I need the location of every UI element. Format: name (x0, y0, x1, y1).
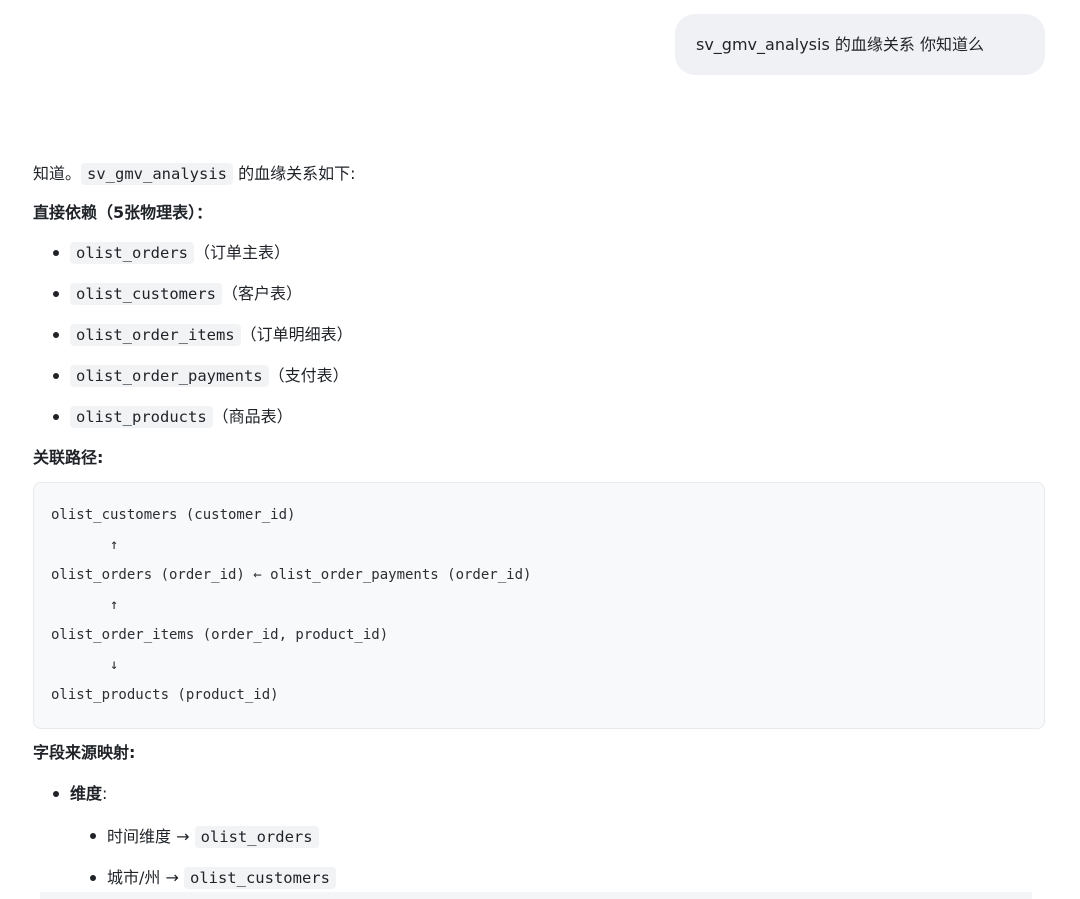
table-name: olist_order_payments (70, 365, 269, 387)
scroll-fade (40, 892, 1032, 899)
table-name: olist_customers (183, 867, 336, 889)
intro-after: 的血缘关系如下: (233, 164, 356, 183)
intro-code: sv_gmv_analysis (81, 163, 233, 185)
bullet (53, 291, 59, 297)
code-line: ↓ (51, 657, 119, 673)
user-message-bubble: sv_gmv_analysis 的血缘关系 你知道么 (675, 14, 1045, 75)
field-mapping-heading: 字段来源映射: (33, 743, 136, 762)
table-name: olist_order_items (70, 324, 241, 346)
bullet (90, 875, 96, 881)
table-desc: （客户表） (221, 284, 302, 303)
table-desc: （订单主表） (193, 243, 290, 262)
intro-line: 知道。 sv_gmv_analysis 的血缘关系如下: (33, 162, 355, 186)
table-name: olist_orders (194, 826, 319, 848)
table-name: olist_products (70, 406, 213, 428)
code-line: olist_orders (order_id) ← olist_order_pa… (51, 567, 532, 583)
table-desc: （订单明细表） (240, 325, 353, 344)
bullet (53, 373, 59, 379)
dimension-label: 维度 (70, 784, 103, 803)
bullet (90, 833, 96, 839)
table-desc: （支付表） (268, 366, 349, 385)
intro-before: 知道。 (33, 164, 82, 183)
user-message-text: sv_gmv_analysis 的血缘关系 你知道么 (696, 35, 984, 54)
code-line: olist_customers (customer_id) (51, 507, 296, 523)
table-name: olist_orders (70, 242, 194, 264)
bullet (53, 250, 59, 256)
table-desc: （商品表） (212, 407, 293, 426)
code-block: olist_customers (customer_id) ↑ olist_or… (33, 482, 1045, 729)
bullet (53, 332, 59, 338)
table-name: olist_customers (70, 283, 222, 305)
bullet (53, 414, 59, 420)
dimension-colon: : (102, 784, 108, 803)
code-line: olist_products (product_id) (51, 687, 279, 703)
dimension-source-label: 时间维度 → (107, 827, 195, 846)
code-line: ↑ (51, 597, 119, 613)
code-line: olist_order_items (order_id, product_id) (51, 627, 389, 643)
join-path-heading: 关联路径: (33, 448, 104, 467)
direct-deps-heading: 直接依赖（5张物理表）： (33, 203, 213, 222)
dimension-source-label: 城市/州 → (107, 868, 184, 887)
bullet (53, 791, 59, 797)
code-line: ↑ (51, 537, 119, 553)
